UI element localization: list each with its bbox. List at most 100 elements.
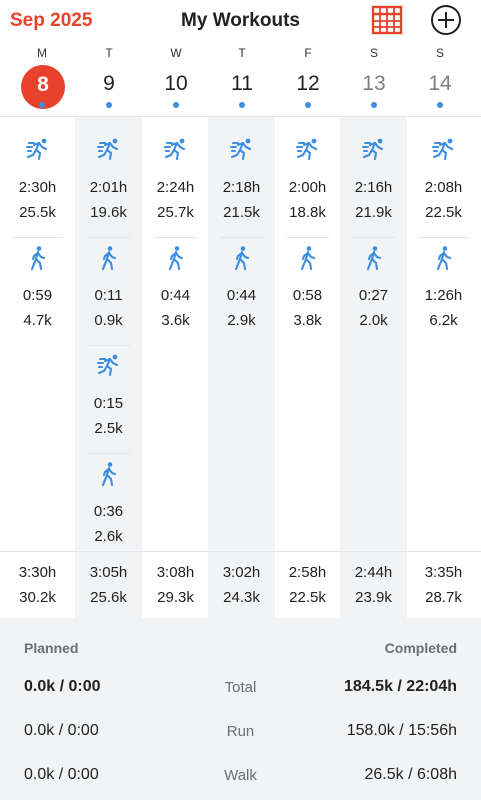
workout-distance: 2.9k [227, 312, 256, 329]
day-header[interactable]: F 12 [275, 42, 341, 116]
page-title: My Workouts [181, 10, 300, 31]
workout-entry[interactable]: 0:44 3.6k [142, 245, 209, 335]
weekly-summary: Planned Completed 0.0k / 0:00 Total 184.… [0, 618, 481, 800]
workout-entry[interactable]: 2:08h 22.5k [406, 137, 481, 227]
walking-icon [25, 245, 51, 271]
day-number: 12 [296, 72, 320, 95]
total-duration: 2:44h [354, 564, 393, 581]
activity-dot [39, 102, 45, 108]
workout-entry[interactable]: 2:30h 25.5k [0, 137, 75, 227]
total-distance: 25.6k [90, 589, 127, 606]
activity-dot [437, 102, 443, 108]
workout-entry[interactable]: 2:16h 21.9k [340, 137, 407, 227]
day-number: 8 [37, 73, 49, 96]
running-icon [96, 137, 122, 163]
workout-distance: 4.7k [23, 312, 52, 329]
day-header[interactable]: T 11 [209, 42, 275, 116]
day-column: 2:18h 21.5k 0:44 2.9k [208, 117, 275, 551]
day-total: 3:35h 28.7k [406, 552, 481, 618]
day-column: 2:30h 25.5k 0:59 4.7k [0, 117, 75, 551]
workout-distance: 2.6k [94, 528, 123, 545]
walking-icon [431, 245, 457, 271]
workout-duration: 0:44 [160, 287, 191, 304]
day-column: 2:08h 22.5k 1:26h 6.2k [406, 117, 481, 551]
workout-distance: 25.5k [19, 204, 56, 221]
day-column: 2:00h 18.8k 0:58 3.8k [274, 117, 341, 551]
completed-header: Completed [384, 640, 457, 656]
day-total: 3:30h 30.2k [0, 552, 75, 618]
workout-distance: 18.8k [289, 204, 326, 221]
day-number: 11 [231, 72, 253, 95]
day-header[interactable]: T9 [76, 42, 142, 116]
workout-duration: 2:24h [156, 179, 195, 196]
running-icon [96, 353, 122, 379]
walking-icon [96, 461, 122, 487]
entry-divider [220, 237, 263, 238]
workout-entry[interactable]: 0:15 2.5k [75, 353, 142, 443]
total-duration: 3:05h [89, 564, 128, 581]
walking-icon [163, 245, 189, 271]
activity-dot [371, 102, 377, 108]
day-of-week-label: F [304, 46, 312, 60]
workout-entry[interactable]: 2:18h 21.5k [208, 137, 275, 227]
workout-duration: 0:36 [93, 503, 124, 520]
workout-entry[interactable]: 2:01h 19.6k [75, 137, 142, 227]
day-total: 3:02h 24.3k [208, 552, 275, 618]
workout-duration: 0:59 [22, 287, 53, 304]
workout-duration: 2:01h [89, 179, 128, 196]
week-day-strip: M 8 T 9 W 10 T 11 F 12 S 13 S 14 [0, 42, 481, 116]
workout-distance: 2.5k [94, 420, 123, 437]
walking-icon [361, 245, 387, 271]
day-column: 2:24h 25.7k 0:44 3.6k [142, 117, 209, 551]
workout-entry[interactable]: 0:27 2.0k [340, 245, 407, 335]
workout-duration: 0:27 [358, 287, 389, 304]
completed-value: 184.5k / 22:04h [344, 678, 457, 695]
workout-distance: 0.9k [94, 312, 123, 329]
workout-entry[interactable]: 0:44 2.9k [208, 245, 275, 335]
workout-distance: 21.5k [223, 204, 260, 221]
day-number: 9 [103, 72, 115, 95]
workout-entry[interactable]: 0:36 2.6k [75, 461, 142, 551]
day-header[interactable]: W 10 [143, 42, 209, 116]
total-duration: 3:02h [222, 564, 261, 581]
day-header[interactable]: M8 [9, 42, 75, 116]
day-number: 14 [428, 72, 452, 95]
summary-row-total: 0.0k / 0:00 Total 184.5k / 22:04h [0, 678, 481, 708]
day-column: 2:01h 19.6k 0:11 0.9k 0:15 2.5k 0:36 2.6k [75, 117, 142, 551]
workout-entry[interactable]: 0:58 3.8k [274, 245, 341, 335]
completed-value: 26.5k / 6:08h [364, 766, 457, 783]
workout-entry[interactable]: 1:26h 6.2k [406, 245, 481, 335]
total-distance: 29.3k [157, 589, 194, 606]
day-total: 3:05h 25.6k [75, 552, 142, 618]
workout-entry[interactable]: 0:11 0.9k [75, 245, 142, 335]
workout-entry[interactable]: 0:59 4.7k [0, 245, 75, 335]
day-header[interactable]: S 14 [407, 42, 473, 116]
workout-entry[interactable]: 2:24h 25.7k [142, 137, 209, 227]
day-header[interactable]: S 13 [341, 42, 407, 116]
workout-distance: 3.8k [293, 312, 322, 329]
activity-dot [305, 102, 311, 108]
day-of-week-label: T [238, 46, 246, 60]
entry-divider [286, 237, 329, 238]
day-of-week-label: S [369, 46, 378, 60]
workout-distance: 25.7k [157, 204, 194, 221]
calendar-grid-icon[interactable] [371, 5, 403, 35]
walking-icon [96, 245, 122, 271]
workout-entry[interactable]: 2:00h 18.8k [274, 137, 341, 227]
running-icon [295, 137, 321, 163]
workout-duration: 2:30h [18, 179, 57, 196]
day-total: 3:08h 29.3k [142, 552, 209, 618]
entry-divider [418, 237, 469, 238]
app-header: Sep 2025 My Workouts [0, 0, 481, 42]
total-distance: 24.3k [223, 589, 260, 606]
total-distance: 23.9k [355, 589, 392, 606]
workout-duration: 0:11 [94, 287, 123, 304]
walking-icon [295, 245, 321, 271]
day-total: 2:44h 23.9k [340, 552, 407, 618]
workout-distance: 6.2k [429, 312, 458, 329]
plus-circle-icon[interactable] [430, 4, 462, 36]
day-total: 2:58h 22.5k [274, 552, 341, 618]
total-distance: 22.5k [289, 589, 326, 606]
workout-duration: 1:26h [424, 287, 463, 304]
workout-distance: 19.6k [90, 204, 127, 221]
